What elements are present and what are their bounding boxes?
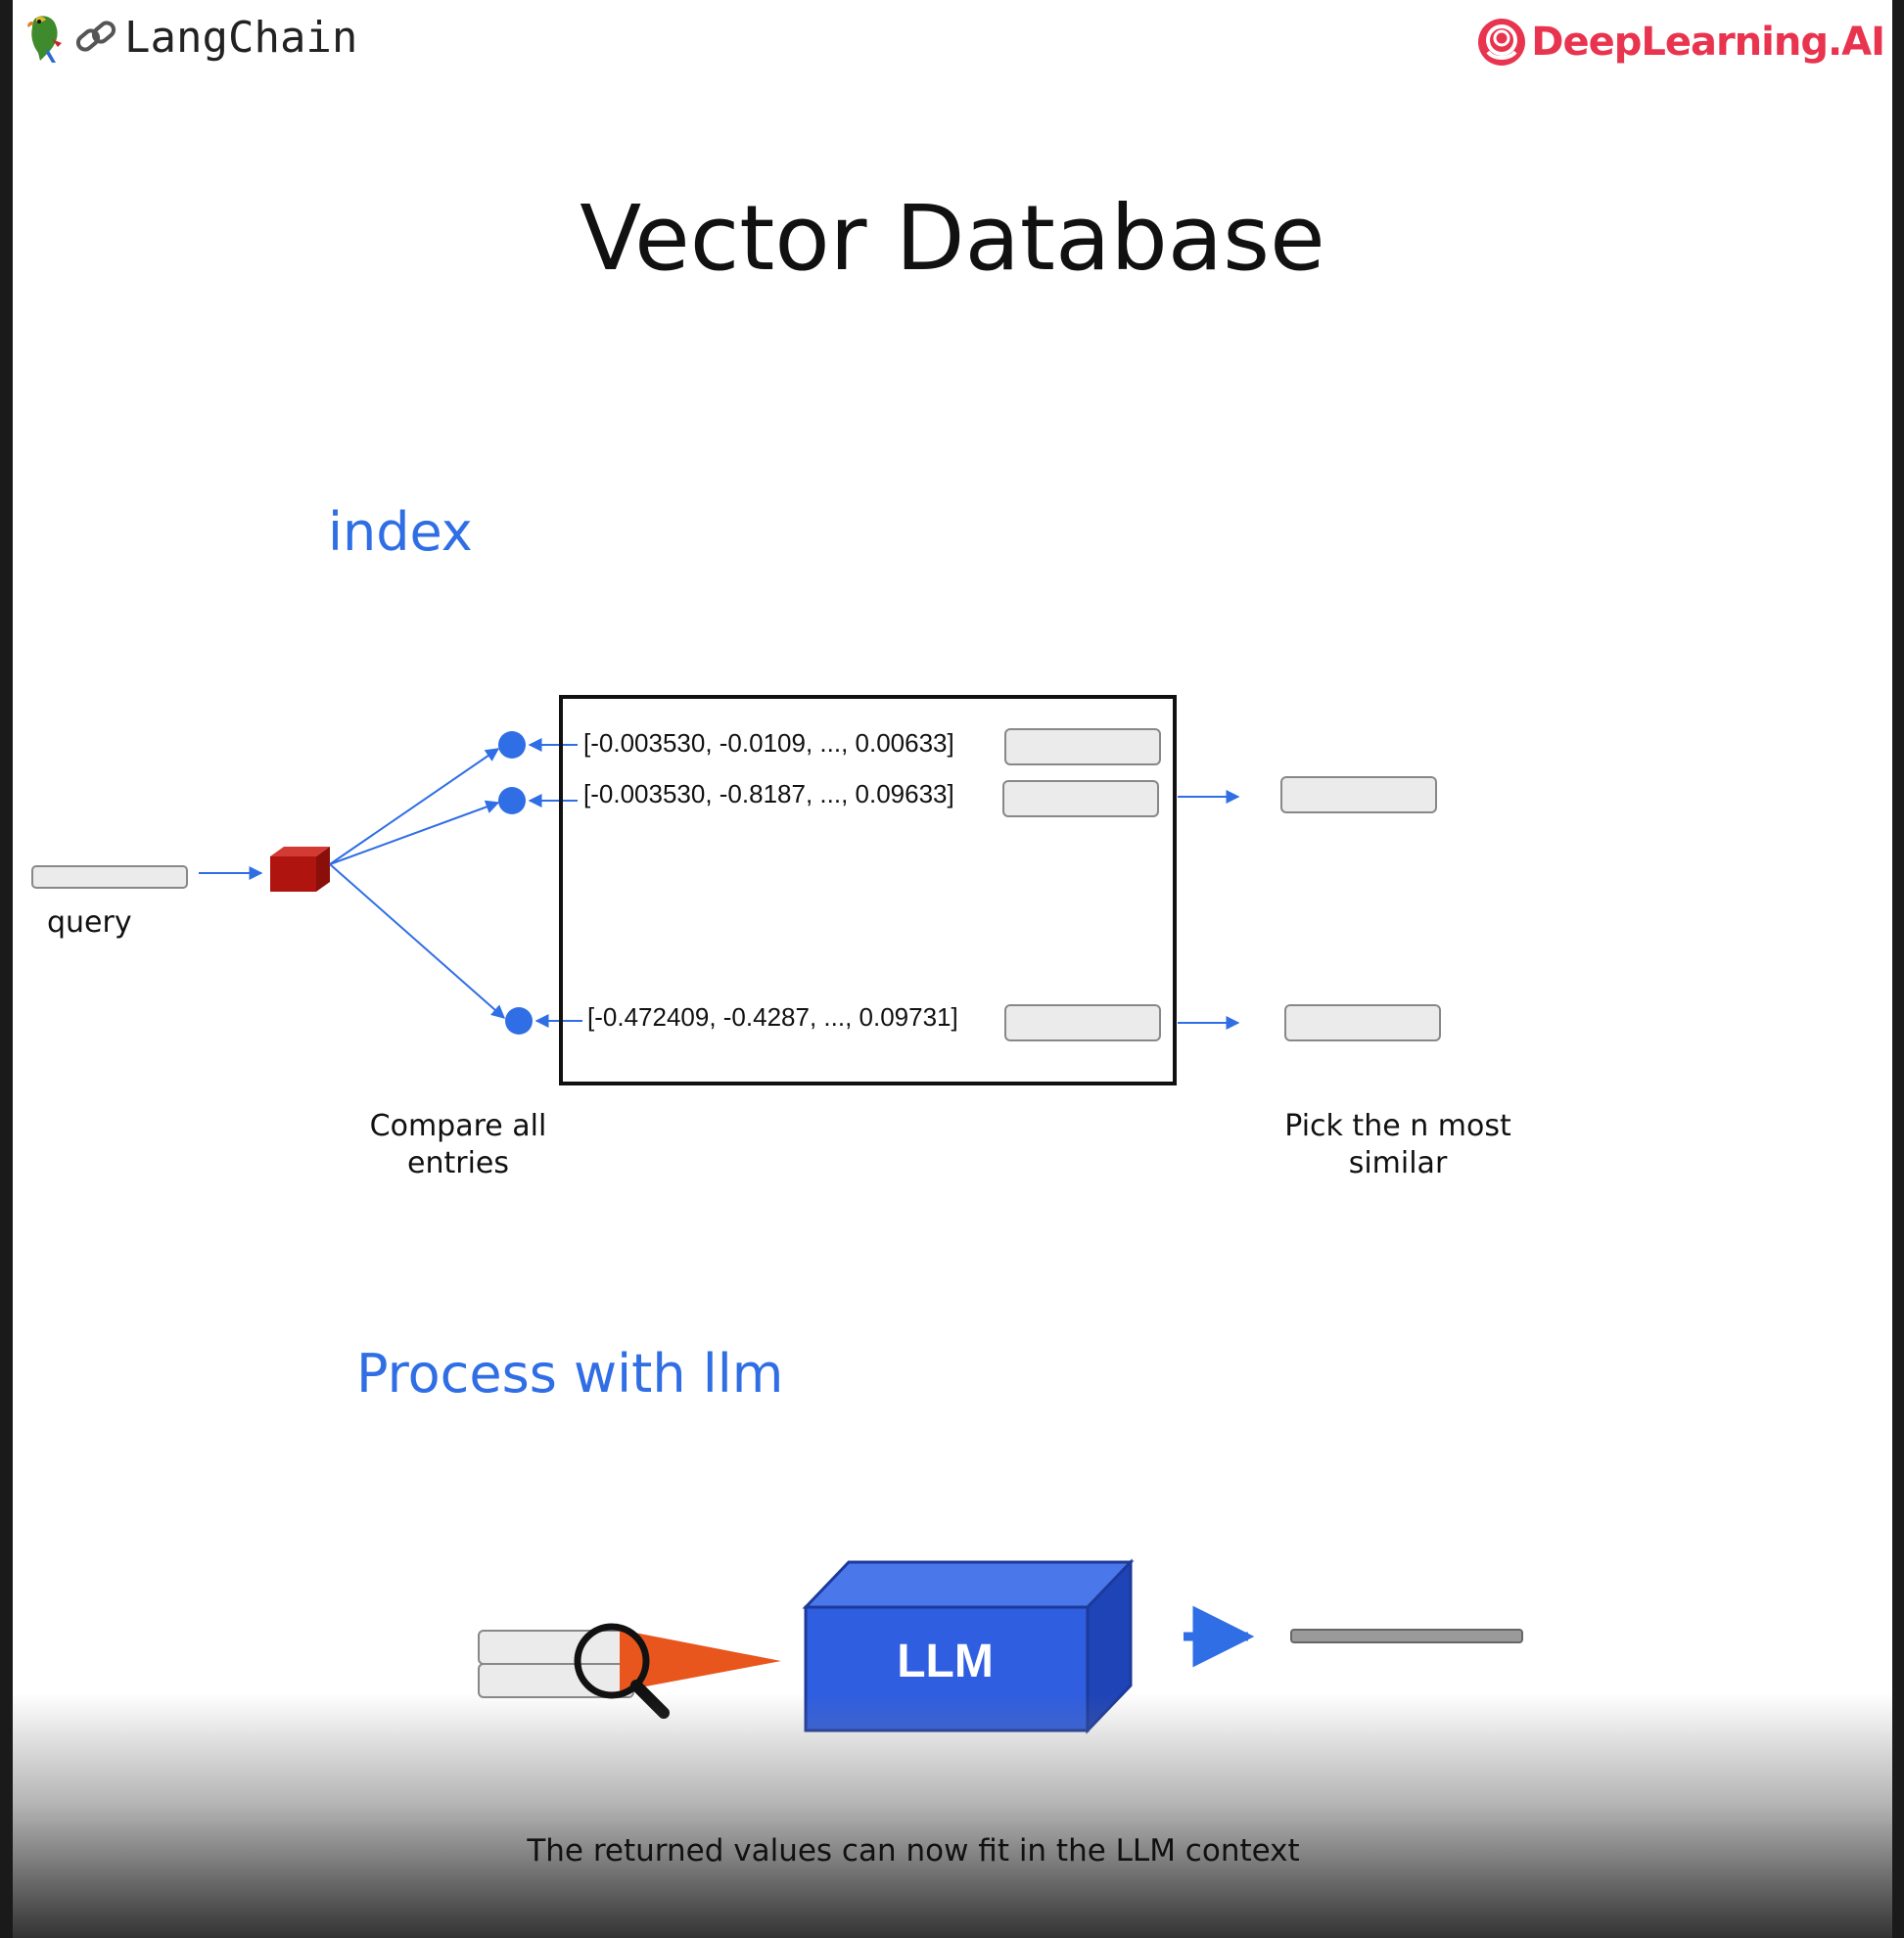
result-bar-2 (1284, 1004, 1441, 1041)
query-label: query (47, 905, 132, 940)
result-bar-1 (1280, 776, 1437, 813)
llm-output-bar (1290, 1629, 1523, 1643)
compare-arrow-2 (329, 800, 500, 865)
similarity-dot-1 (498, 731, 526, 759)
query-bar (31, 865, 188, 889)
similarity-dot-2 (498, 787, 526, 814)
compare-arrow-3 (329, 863, 506, 1019)
chunk-bar-2 (1002, 780, 1159, 817)
vector-entry-2: [-0.003530, -0.8187, ..., 0.09633] (583, 779, 954, 808)
similarity-dot-3 (505, 1007, 533, 1035)
chunk-bar-3 (1004, 1004, 1161, 1041)
vector-entry-1: [-0.003530, -0.0109, ..., 0.00633] (583, 728, 954, 758)
slide: LangChain DeepLearning.AI Vector Databas… (13, 0, 1892, 1938)
footer-caption: The returned values can now fit in the L… (527, 1833, 1300, 1869)
vector-entry-3: [-0.472409, -0.4287, ..., 0.09731] (587, 1002, 958, 1032)
llm-box-label: LLM (897, 1636, 994, 1687)
pick-caption: Pick the n most similar (1284, 1109, 1511, 1180)
llm-input-bar-1 (478, 1630, 634, 1665)
compare-caption: Compare all entries (369, 1109, 547, 1180)
compare-arrow-1 (329, 748, 500, 865)
query-embedding-cube (270, 847, 330, 892)
chunk-bar-1 (1004, 728, 1161, 765)
